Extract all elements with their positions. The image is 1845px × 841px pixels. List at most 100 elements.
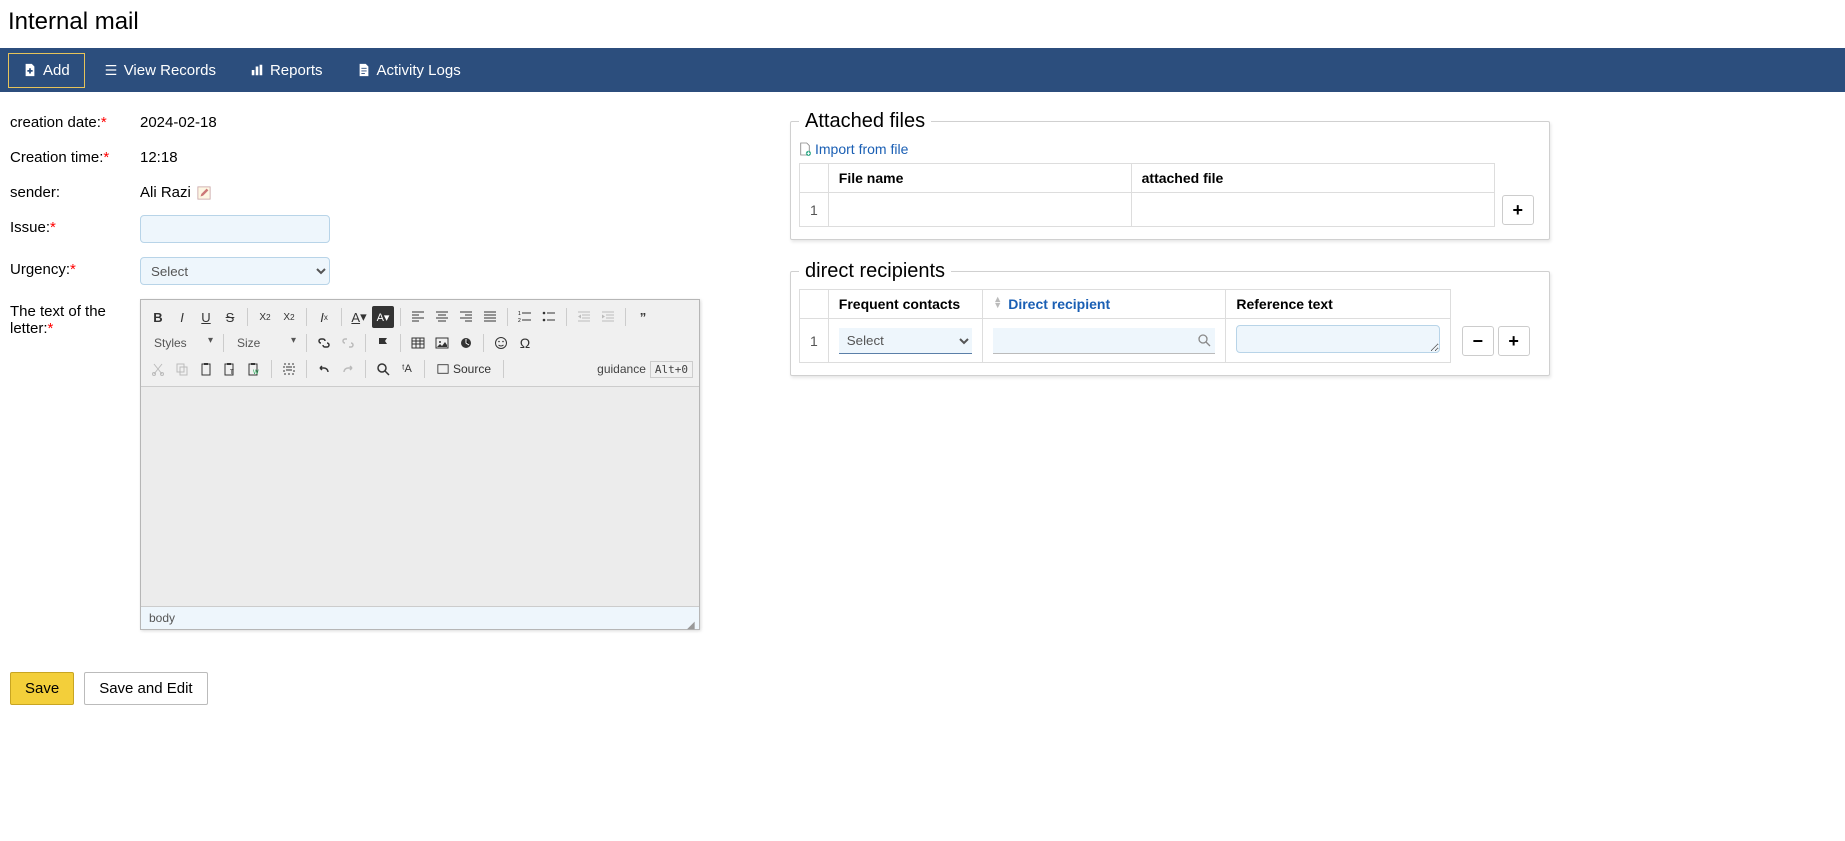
- document-icon: [357, 63, 371, 77]
- letter-text-label: The text of the letter:*: [10, 299, 140, 337]
- link-button[interactable]: [313, 332, 335, 354]
- save-button[interactable]: Save: [10, 672, 74, 705]
- find-button[interactable]: [372, 358, 394, 380]
- direct-recipients-legend: direct recipients: [799, 260, 951, 283]
- superscript-button[interactable]: X2: [278, 306, 300, 328]
- subscript-button[interactable]: X2: [254, 306, 276, 328]
- size-select[interactable]: Size: [230, 332, 300, 354]
- list-icon: [104, 63, 118, 77]
- copy-button[interactable]: [171, 358, 193, 380]
- search-icon[interactable]: [1197, 333, 1211, 347]
- creation-time-label: Creation time:*: [10, 145, 140, 166]
- redo-button[interactable]: [337, 358, 359, 380]
- image-button[interactable]: [431, 332, 453, 354]
- svg-text:2: 2: [518, 318, 521, 324]
- nav-view-records-label: View Records: [124, 62, 216, 79]
- bar-chart-icon: [250, 63, 264, 77]
- bottom-actions: Save Save and Edit: [0, 662, 1845, 715]
- col-direct-recipient[interactable]: ▲▼Direct recipient: [983, 290, 1226, 319]
- cell-filename[interactable]: [828, 193, 1131, 227]
- row-number: 1: [800, 193, 829, 227]
- frequent-contacts-select[interactable]: Select: [839, 328, 972, 354]
- blockquote-button[interactable]: ”: [632, 306, 654, 328]
- nav-view-records[interactable]: View Records: [89, 53, 231, 88]
- remove-row-button[interactable]: −: [1462, 326, 1494, 356]
- creation-time-value: 12:18: [140, 145, 178, 166]
- col-frequent-contacts[interactable]: Frequent contacts: [828, 290, 982, 319]
- document-plus-icon: [23, 63, 37, 77]
- unlink-button[interactable]: [337, 332, 359, 354]
- flag-button[interactable]: [372, 332, 394, 354]
- urgency-select[interactable]: Select: [140, 257, 330, 285]
- nav-reports-label: Reports: [270, 62, 323, 79]
- underline-button[interactable]: U: [195, 306, 217, 328]
- issue-input[interactable]: [140, 215, 330, 243]
- add-row-button[interactable]: +: [1498, 326, 1530, 356]
- bold-button[interactable]: B: [147, 306, 169, 328]
- import-icon: [799, 142, 811, 156]
- attached-files-panel: Attached files Import from file File nam…: [790, 110, 1550, 240]
- styles-select[interactable]: Styles: [147, 332, 217, 354]
- align-center-button[interactable]: [431, 306, 453, 328]
- nav-activity-logs-label: Activity Logs: [377, 62, 461, 79]
- select-all-button[interactable]: [278, 358, 300, 380]
- svg-text:T: T: [230, 370, 234, 376]
- direct-recipient-search[interactable]: [993, 328, 1215, 354]
- col-reference-text[interactable]: Reference text: [1226, 290, 1451, 319]
- urgency-label: Urgency:*: [10, 257, 140, 278]
- row-number: 1: [800, 319, 829, 363]
- attached-files-legend: Attached files: [799, 110, 931, 133]
- svg-text:1: 1: [518, 311, 521, 317]
- emoji-button[interactable]: [490, 332, 512, 354]
- circle-button[interactable]: [455, 332, 477, 354]
- text-color-button[interactable]: A▾: [348, 306, 370, 328]
- paste-button[interactable]: [195, 358, 217, 380]
- edit-icon[interactable]: [197, 186, 211, 200]
- source-button[interactable]: Source: [431, 358, 497, 380]
- editor-content-area[interactable]: [141, 387, 699, 607]
- nav-add[interactable]: Add: [8, 53, 85, 88]
- svg-text:W: W: [253, 370, 259, 376]
- col-attached-file[interactable]: attached file: [1131, 164, 1494, 193]
- cell-attached[interactable]: [1131, 193, 1494, 227]
- add-row-button[interactable]: +: [1502, 195, 1534, 225]
- outdent-button[interactable]: [573, 306, 595, 328]
- rich-text-editor: B I U S X2 X2 Ix A▾ A▾: [140, 299, 700, 630]
- editor-footer: body: [141, 607, 699, 629]
- table-button[interactable]: [407, 332, 429, 354]
- table-row: 1 +: [800, 193, 1541, 227]
- align-left-button[interactable]: [407, 306, 429, 328]
- sort-icon[interactable]: ▲▼: [993, 296, 1002, 308]
- editor-path[interactable]: body: [149, 611, 175, 625]
- replace-button[interactable]: ᵗA: [396, 358, 418, 380]
- bullet-list-button[interactable]: [538, 306, 560, 328]
- bg-color-button[interactable]: A▾: [372, 306, 394, 328]
- page-title: Internal mail: [0, 0, 1845, 48]
- paste-text-button[interactable]: T: [219, 358, 241, 380]
- numbered-list-button[interactable]: 12: [514, 306, 536, 328]
- nav-activity-logs[interactable]: Activity Logs: [342, 53, 476, 88]
- direct-recipients-panel: direct recipients Frequent contacts ▲▼Di…: [790, 260, 1550, 376]
- align-justify-button[interactable]: [479, 306, 501, 328]
- reference-text-input[interactable]: [1236, 325, 1440, 353]
- save-and-edit-button[interactable]: Save and Edit: [84, 672, 207, 705]
- table-row: 1 Select − +: [800, 319, 1541, 363]
- nav-reports[interactable]: Reports: [235, 53, 338, 88]
- import-from-file-link[interactable]: Import from file: [799, 141, 908, 157]
- resize-handle-icon[interactable]: [687, 617, 697, 627]
- italic-button[interactable]: I: [171, 306, 193, 328]
- remove-format-button[interactable]: Ix: [313, 306, 335, 328]
- col-filename[interactable]: File name: [828, 164, 1131, 193]
- editor-guidance: guidance Alt+0: [597, 361, 693, 378]
- paste-word-button[interactable]: W: [243, 358, 265, 380]
- strikethrough-button[interactable]: S: [219, 306, 241, 328]
- indent-button[interactable]: [597, 306, 619, 328]
- editor-toolbar: B I U S X2 X2 Ix A▾ A▾: [141, 300, 699, 387]
- sender-label: sender:: [10, 180, 140, 201]
- undo-button[interactable]: [313, 358, 335, 380]
- creation-date-value: 2024-02-18: [140, 110, 217, 131]
- cut-button[interactable]: [147, 358, 169, 380]
- nav-bar: Add View Records Reports Activity Logs: [0, 48, 1845, 92]
- align-right-button[interactable]: [455, 306, 477, 328]
- special-char-button[interactable]: Ω: [514, 332, 536, 354]
